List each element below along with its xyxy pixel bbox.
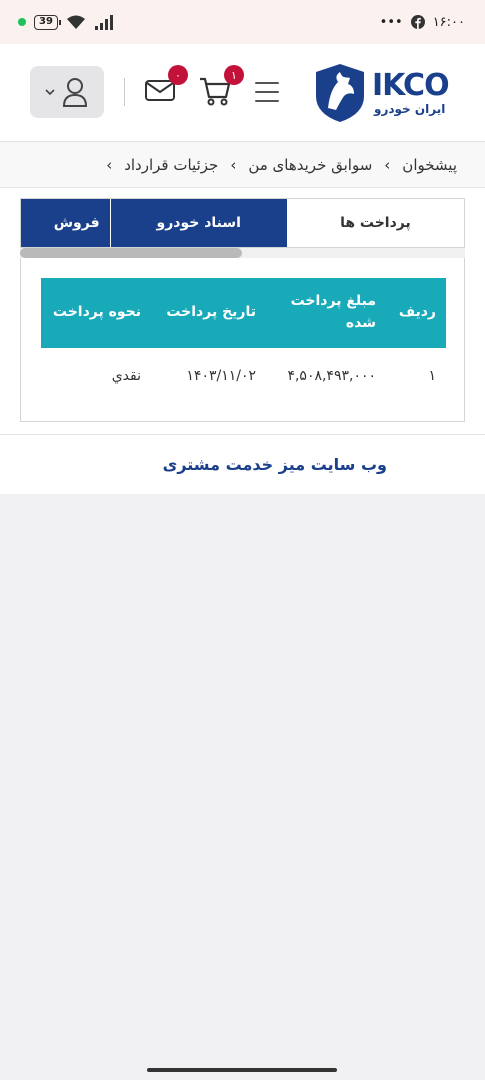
column-header-amount: مبلغ پرداخت شده	[266, 278, 386, 348]
facebook-icon	[410, 15, 425, 29]
tabs-scrollbar[interactable]	[20, 248, 465, 258]
user-icon	[62, 78, 88, 107]
contract-details-content: پرداخت ها اسناد خودرو فروش ردیف مبلغ پرد…	[0, 188, 485, 434]
tab-payments[interactable]: پرداخت ها	[286, 199, 464, 247]
logo-persian-text: ایران خودرو	[374, 102, 446, 116]
table-header-row: ردیف مبلغ پرداخت شده تاریخ پرداخت نحوه پ…	[41, 278, 446, 348]
status-menu-dots: •••	[379, 14, 403, 30]
hamburger-menu-button[interactable]	[255, 82, 279, 102]
horse-shield-icon	[316, 64, 364, 122]
breadcrumb-separator: ›	[230, 155, 237, 174]
recording-indicator-icon	[18, 18, 26, 26]
user-menu-button[interactable]	[30, 66, 104, 118]
signal-icon	[94, 15, 113, 30]
cart-badge: ۱	[224, 65, 244, 85]
logo-latin-text: IKCO	[372, 68, 450, 103]
breadcrumb-item-contract-details[interactable]: جزئیات قرارداد	[124, 156, 218, 174]
footer: وب سایت میز خدمت مشتری	[0, 434, 485, 494]
cell-amount: ۴,۵۰۸,۴۹۳,۰۰۰	[287, 368, 376, 384]
mail-badge: ۰	[168, 65, 188, 85]
ikco-logo[interactable]: IKCO ایران خودرو	[314, 62, 456, 124]
breadcrumb-separator: ›	[384, 155, 391, 174]
column-header-row-number: ردیف	[386, 278, 446, 348]
app-header: ۰ ۱ IKCO ایران خودرو	[0, 44, 485, 142]
tab-bar: پرداخت ها اسناد خودرو فروش	[20, 198, 465, 248]
status-time: ۱۶:۰۰	[432, 14, 465, 30]
cell-row-number: ۱	[428, 368, 436, 384]
home-indicator[interactable]	[147, 1068, 337, 1072]
customer-service-link[interactable]: وب سایت میز خدمت مشتری	[163, 455, 387, 474]
breadcrumb-separator: ›	[106, 155, 113, 174]
payments-table: ردیف مبلغ پرداخت شده تاریخ پرداخت نحوه پ…	[41, 278, 446, 404]
status-left: 39	[18, 14, 116, 30]
breadcrumb-item-purchase-history[interactable]: سوابق خریدهای من	[248, 156, 372, 174]
breadcrumb: پیشخوان › سوابق خریدهای من › جزئیات قرار…	[0, 142, 485, 188]
tab-sales[interactable]: فروش	[21, 199, 110, 247]
table-row: ۱ ۴,۵۰۸,۴۹۳,۰۰۰ ۱۴۰۳/۱۱/۰۲ نقدي	[41, 348, 446, 404]
breadcrumb-item-dashboard[interactable]: پیشخوان	[402, 156, 457, 174]
tab-vehicle-documents[interactable]: اسناد خودرو	[109, 199, 287, 247]
battery-icon: 39	[34, 14, 61, 30]
payments-panel: ردیف مبلغ پرداخت شده تاریخ پرداخت نحوه پ…	[20, 258, 465, 422]
status-right: ••• ۱۶:۰۰	[380, 15, 465, 30]
status-bar: 39 ••• ۱۶:۰۰	[0, 0, 485, 44]
cell-date: ۱۴۰۳/۱۱/۰۲	[186, 368, 256, 384]
tabs-scrollbar-thumb[interactable]	[20, 248, 242, 258]
cell-method: نقدي	[111, 368, 141, 384]
wifi-icon	[66, 15, 85, 29]
chevron-down-icon	[45, 89, 55, 96]
cart-button[interactable]: ۱	[198, 65, 244, 111]
messages-button[interactable]: ۰	[144, 65, 188, 107]
column-header-date: تاریخ پرداخت	[151, 278, 266, 348]
column-header-method: نحوه پرداخت	[41, 278, 151, 348]
header-divider	[124, 78, 125, 106]
